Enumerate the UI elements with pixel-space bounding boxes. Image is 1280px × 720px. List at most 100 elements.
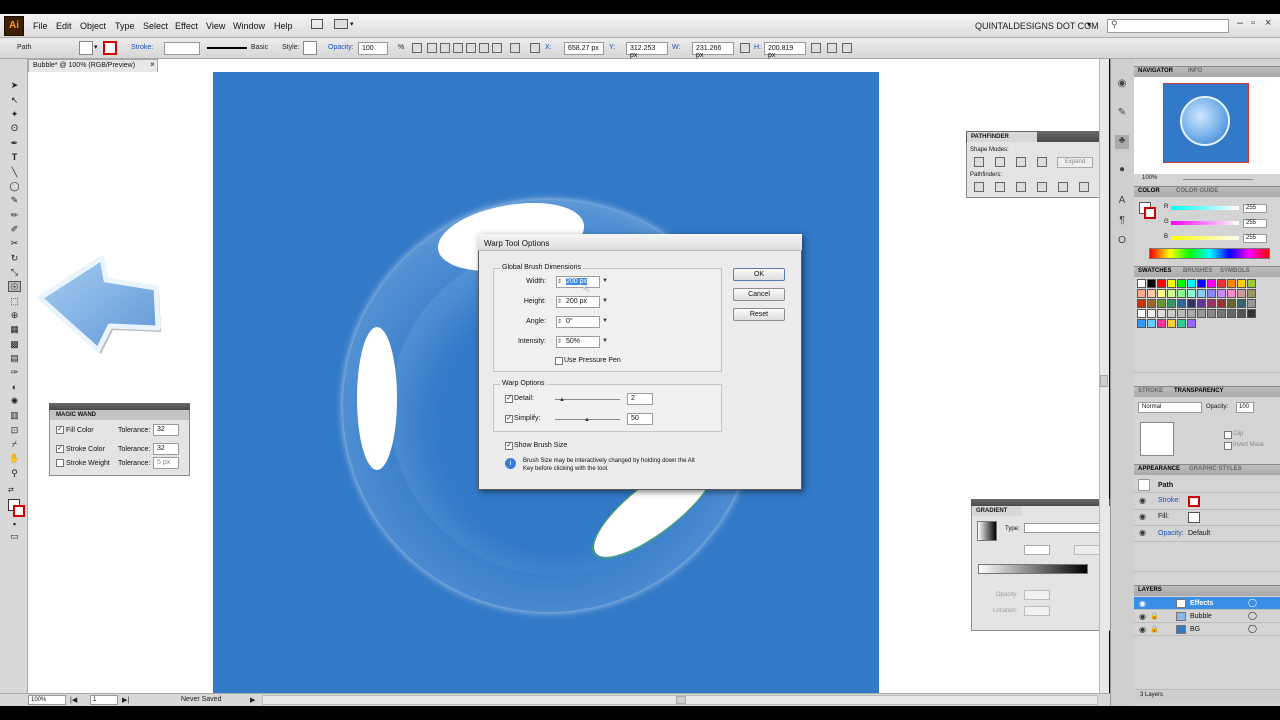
link-icon[interactable] — [740, 43, 750, 53]
opentype-panel-icon[interactable]: O — [1115, 235, 1129, 249]
status-menu-icon[interactable]: ▶ — [250, 696, 255, 704]
chevron-down-icon[interactable]: ▼ — [602, 278, 608, 284]
tab-appearance[interactable]: APPEARANCE — [1138, 466, 1180, 472]
align-right-icon[interactable] — [453, 43, 463, 53]
horizontal-scrollbar-thumb[interactable] — [676, 696, 686, 704]
detail-checkbox[interactable]: ✓ — [505, 395, 513, 403]
swatch[interactable] — [1147, 279, 1156, 288]
artboard-tool-icon[interactable]: ⊡ — [8, 425, 21, 436]
tab-symbols[interactable]: SYMBOLS — [1220, 268, 1250, 274]
swatch[interactable] — [1197, 309, 1206, 318]
appearance-stroke-swatch[interactable] — [1188, 496, 1200, 507]
hand-tool-icon[interactable]: ✋ — [8, 453, 21, 464]
tab-navigator[interactable]: NAVIGATOR — [1138, 68, 1173, 74]
b-slider[interactable] — [1171, 236, 1239, 240]
simplify-slider-thumb[interactable]: ▲ — [584, 417, 590, 423]
tab-graphic-styles[interactable]: GRAPHIC STYLES — [1189, 466, 1242, 472]
swatches-grid[interactable] — [1137, 279, 1269, 335]
scissors-tool-icon[interactable]: ✂ — [8, 238, 21, 249]
g-field[interactable]: 255 — [1243, 219, 1267, 228]
line-tool-icon[interactable]: ╲ — [8, 167, 21, 178]
r-field[interactable]: 255 — [1243, 204, 1267, 213]
lock-icon[interactable]: 🔒 — [1150, 625, 1159, 633]
align-middle-icon[interactable] — [479, 43, 489, 53]
type-tool-icon[interactable]: T — [8, 152, 21, 163]
swatch[interactable] — [1167, 309, 1176, 318]
page-field[interactable]: 1 — [90, 695, 118, 705]
swatch[interactable] — [1247, 299, 1256, 308]
swatch[interactable] — [1227, 309, 1236, 318]
gradient-angle-field[interactable] — [1024, 545, 1050, 555]
lock-icon[interactable]: 🔒 — [1150, 612, 1159, 620]
swatch[interactable] — [1177, 289, 1186, 298]
symbols-panel-icon[interactable]: ♣ — [1115, 135, 1129, 149]
r-slider[interactable] — [1171, 206, 1239, 210]
detail-slider-thumb[interactable]: ▲ — [559, 397, 565, 403]
swatch[interactable] — [1137, 309, 1146, 318]
swatch[interactable] — [1197, 279, 1206, 288]
fill-tolerance-field[interactable]: 32 — [153, 424, 179, 436]
minus-back-icon[interactable] — [1079, 182, 1089, 192]
trim-icon[interactable] — [995, 182, 1005, 192]
character-panel-icon[interactable]: A — [1115, 195, 1129, 209]
swatch[interactable] — [1207, 279, 1216, 288]
target-icon[interactable]: ◯ — [1248, 611, 1257, 620]
swatch[interactable] — [1197, 299, 1206, 308]
paintbrush-tool-icon[interactable]: ✎ — [8, 195, 21, 206]
angle-stepper-icon[interactable]: ⇕ — [557, 318, 562, 325]
gradient-swatch[interactable] — [977, 521, 997, 541]
menu-edit[interactable]: Edit — [56, 21, 72, 31]
y-field[interactable]: 312.253 px — [626, 42, 668, 59]
crop-icon[interactable] — [1037, 182, 1047, 192]
swatch[interactable] — [1187, 319, 1196, 328]
chevron-down-icon[interactable]: ▼ — [602, 318, 608, 324]
isolate-icon[interactable] — [827, 43, 837, 53]
stroke-weight-field[interactable] — [164, 42, 200, 55]
swatch[interactable] — [1137, 279, 1146, 288]
blend-mode-select[interactable]: Normal — [1138, 402, 1202, 413]
swatch[interactable] — [1227, 289, 1236, 298]
swatch[interactable] — [1237, 299, 1246, 308]
y-label[interactable]: Y: — [609, 44, 615, 51]
swatch[interactable] — [1167, 279, 1176, 288]
show-brush-size-checkbox[interactable]: ✓ — [505, 442, 513, 450]
appearance-opacity-label[interactable]: Opacity: — [1158, 530, 1184, 537]
menu-select[interactable]: Select — [143, 21, 168, 31]
stroke-color-checkbox[interactable]: ✓ — [56, 445, 64, 453]
eye-icon[interactable]: ◉ — [1139, 599, 1146, 608]
swap-colors-icon[interactable]: ⇄ — [8, 486, 14, 494]
blob-brush-tool-icon[interactable]: ✐ — [8, 224, 21, 235]
tab-swatches[interactable]: SWATCHES — [1138, 268, 1172, 274]
gradient-slider[interactable] — [978, 564, 1088, 574]
fill-swatch[interactable] — [79, 41, 93, 55]
eye-icon[interactable]: ◉ — [1139, 528, 1146, 537]
exclude-icon[interactable] — [1037, 157, 1047, 167]
simplify-field[interactable]: 50 — [627, 413, 653, 425]
swatch[interactable] — [1237, 289, 1246, 298]
stroke-color-icon[interactable] — [13, 505, 25, 517]
outline-icon[interactable] — [1058, 182, 1068, 192]
lasso-tool-icon[interactable]: ʘ — [8, 123, 21, 134]
slice-tool-icon[interactable]: ⌿ — [8, 439, 21, 450]
swatch[interactable] — [1237, 309, 1246, 318]
swatch[interactable] — [1157, 279, 1166, 288]
swatch[interactable] — [1157, 309, 1166, 318]
close-icon[interactable]: × — [150, 60, 155, 69]
target-icon[interactable]: ◯ — [1248, 624, 1257, 633]
target-icon[interactable]: ◯ — [1248, 598, 1257, 607]
cancel-button[interactable]: Cancel — [733, 288, 785, 301]
weight-tolerance-field[interactable]: 5 px — [153, 457, 179, 469]
swatch[interactable] — [1237, 279, 1246, 288]
align-top-icon[interactable] — [466, 43, 476, 53]
merge-icon[interactable] — [1016, 182, 1026, 192]
minus-front-icon[interactable] — [995, 157, 1005, 167]
eye-icon[interactable]: ◉ — [1139, 496, 1146, 505]
divide-icon[interactable] — [974, 182, 984, 192]
blend-tool-icon[interactable]: ◐ — [8, 382, 21, 393]
brush-stroke-preview[interactable] — [207, 47, 247, 49]
gradient-opacity-field[interactable] — [1024, 590, 1050, 600]
align-icon[interactable] — [412, 43, 422, 53]
eye-icon[interactable]: ◉ — [1139, 625, 1146, 634]
b-field[interactable]: 255 — [1243, 234, 1267, 243]
appearance-stroke-row[interactable] — [1134, 494, 1280, 510]
